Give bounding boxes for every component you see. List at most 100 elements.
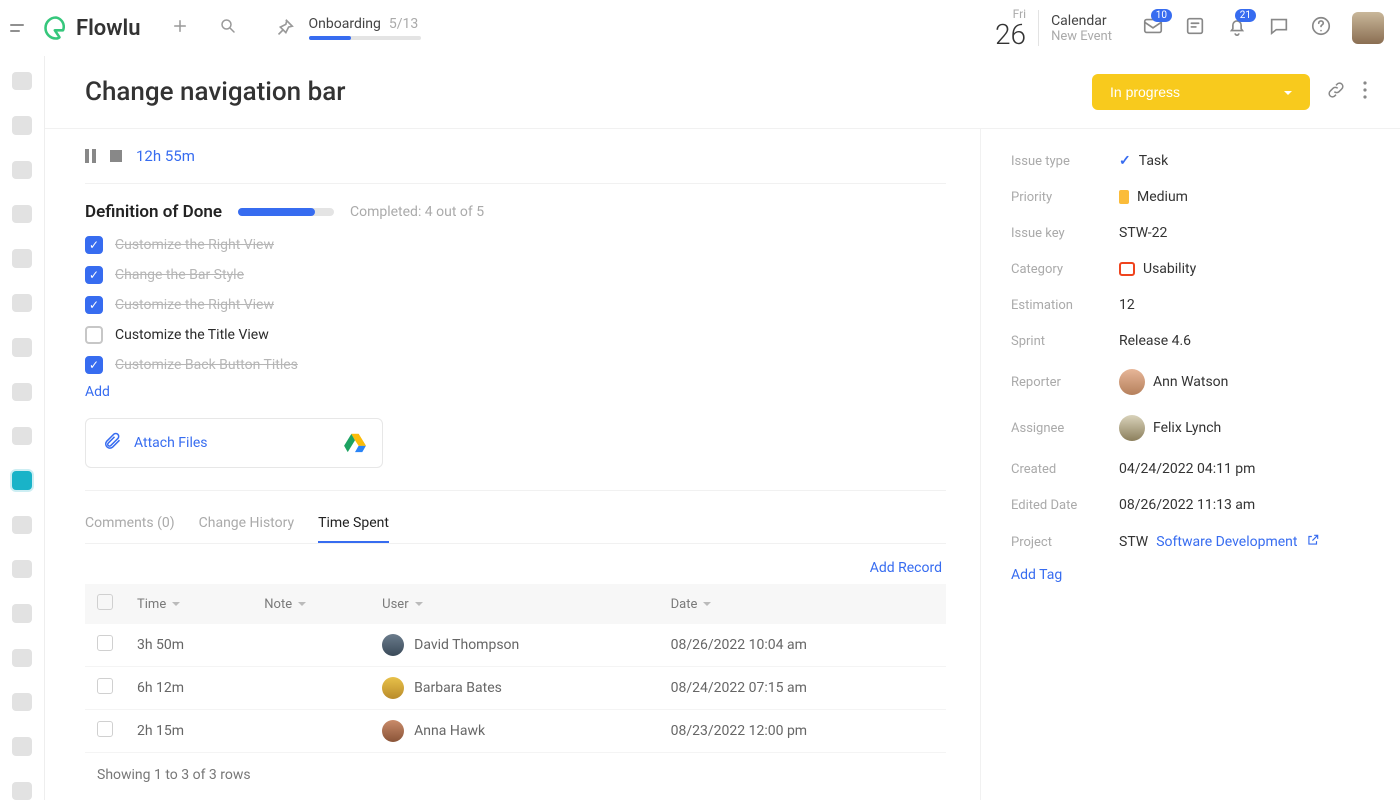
select-all-checkbox[interactable]: [97, 594, 113, 610]
project-link[interactable]: Software Development: [1156, 534, 1297, 550]
onboarding-progress: 5/13: [389, 16, 418, 32]
add-record-link[interactable]: Add Record: [85, 552, 946, 584]
sprint-label: Sprint: [1011, 334, 1119, 349]
chevron-down-icon: [1284, 84, 1292, 100]
row-checkbox[interactable]: [97, 678, 113, 694]
tabs: Comments (0) Change History Time Spent: [85, 505, 946, 544]
checkbox[interactable]: [85, 356, 103, 374]
checklist-label[interactable]: Change the Bar Style: [115, 267, 244, 283]
copy-link-button[interactable]: [1326, 80, 1346, 104]
link-icon: [1326, 80, 1346, 100]
logo[interactable]: Flowlu: [42, 14, 141, 42]
checkbox[interactable]: [85, 266, 103, 284]
checklist-label[interactable]: Customize the Right View: [115, 237, 274, 253]
attach-icon: [102, 431, 122, 455]
row-user: Anna Hawk: [414, 723, 485, 739]
table-row[interactable]: 6h 12mBarbara Bates08/24/2022 07:15 am: [85, 667, 946, 710]
pause-button[interactable]: [85, 149, 96, 163]
row-date: 08/23/2022 12:00 pm: [659, 710, 946, 753]
new-button[interactable]: [171, 17, 189, 39]
project-prefix: STW: [1119, 534, 1148, 550]
avatar: [1119, 415, 1145, 441]
created-value: 04/24/2022 04:11 pm: [1119, 461, 1255, 477]
onboarding-widget[interactable]: Onboarding 5/13: [309, 16, 421, 40]
created-label: Created: [1011, 462, 1119, 477]
table-row[interactable]: 2h 15mAnna Hawk08/23/2022 12:00 pm: [85, 710, 946, 753]
estimation-value[interactable]: 12: [1119, 297, 1135, 313]
row-checkbox[interactable]: [97, 721, 113, 737]
more-button[interactable]: [1362, 80, 1368, 104]
help-button[interactable]: [1310, 15, 1332, 41]
tab-history[interactable]: Change History: [199, 505, 294, 543]
attach-files[interactable]: Attach Files: [85, 418, 383, 468]
status-label: In progress: [1110, 84, 1180, 100]
priority-label: Priority: [1011, 190, 1119, 205]
status-dropdown[interactable]: In progress: [1092, 74, 1310, 110]
checklist-label[interactable]: Customize Back Button Titles: [115, 357, 298, 373]
col-note[interactable]: Note: [252, 584, 370, 624]
pin-icon[interactable]: [273, 17, 295, 39]
add-tag-link[interactable]: Add Tag: [1011, 567, 1370, 583]
checklist-item: Change the Bar Style: [85, 266, 946, 284]
checkbox[interactable]: [85, 326, 103, 344]
checkbox[interactable]: [85, 296, 103, 314]
avatar: [1119, 369, 1145, 395]
checklist-item: Customize Back Button Titles: [85, 356, 946, 374]
calendar-widget[interactable]: Fri 26 Calendar New Event: [995, 7, 1112, 49]
avatar: [382, 677, 404, 699]
logo-icon: [42, 14, 70, 42]
calendar-day: 26: [995, 21, 1026, 49]
issue-type-value[interactable]: Task: [1139, 153, 1169, 169]
add-item-link[interactable]: Add: [85, 384, 946, 400]
time-table: Time Note User Date 3h 50mDavid Thompson…: [85, 584, 946, 753]
col-user[interactable]: User: [370, 584, 658, 624]
external-icon[interactable]: [1306, 533, 1320, 551]
checkbox[interactable]: [85, 236, 103, 254]
help-icon: [1310, 15, 1332, 37]
inbox-button[interactable]: 10: [1142, 15, 1164, 41]
timer-value[interactable]: 12h 55m: [136, 147, 195, 165]
tab-comments[interactable]: Comments (0): [85, 505, 175, 543]
sprint-value[interactable]: Release 4.6: [1119, 333, 1191, 349]
checklist-item: Customize the Right View: [85, 296, 946, 314]
checklist-label[interactable]: Customize the Title View: [115, 327, 269, 343]
priority-icon: [1119, 190, 1129, 204]
table-row[interactable]: 3h 50mDavid Thompson08/26/2022 10:04 am: [85, 624, 946, 667]
checklist: Customize the Right View Change the Bar S…: [85, 236, 946, 374]
inbox-badge: 10: [1151, 9, 1172, 22]
col-time[interactable]: Time: [125, 584, 252, 624]
bell-badge: 21: [1235, 9, 1256, 22]
folder-icon: [1119, 262, 1135, 276]
edited-label: Edited Date: [1011, 498, 1119, 513]
stop-button[interactable]: [110, 150, 122, 162]
brand: Flowlu: [76, 16, 141, 41]
dod-progress-bar: [238, 208, 334, 216]
checklist-item: Customize the Title View: [85, 326, 946, 344]
dod-completed: Completed: 4 out of 5: [350, 204, 484, 220]
tab-time-spent[interactable]: Time Spent: [318, 505, 389, 543]
row-user: David Thompson: [414, 637, 519, 653]
checklist-label[interactable]: Customize the Right View: [115, 297, 274, 313]
row-checkbox[interactable]: [97, 635, 113, 651]
chat-button[interactable]: [1268, 15, 1290, 41]
attach-label: Attach Files: [134, 435, 332, 451]
avatar: [382, 720, 404, 742]
checklist-item: Customize the Right View: [85, 236, 946, 254]
bell-button[interactable]: 21: [1226, 15, 1248, 41]
chat-icon: [1268, 15, 1290, 37]
notes-button[interactable]: [1184, 15, 1206, 41]
more-icon: [1362, 80, 1368, 100]
user-avatar[interactable]: [1352, 12, 1384, 44]
row-note: [252, 710, 370, 753]
menu-toggle[interactable]: [10, 24, 32, 32]
row-note: [252, 667, 370, 710]
priority-value[interactable]: Medium: [1137, 189, 1188, 205]
assignee-value[interactable]: Felix Lynch: [1153, 420, 1221, 436]
gdrive-icon[interactable]: [344, 433, 366, 453]
reporter-value[interactable]: Ann Watson: [1153, 374, 1228, 390]
category-value[interactable]: Usability: [1143, 261, 1196, 277]
rail-item-1[interactable]: [12, 72, 32, 90]
row-note: [252, 624, 370, 667]
search-button[interactable]: [219, 17, 237, 39]
col-date[interactable]: Date: [659, 584, 946, 624]
